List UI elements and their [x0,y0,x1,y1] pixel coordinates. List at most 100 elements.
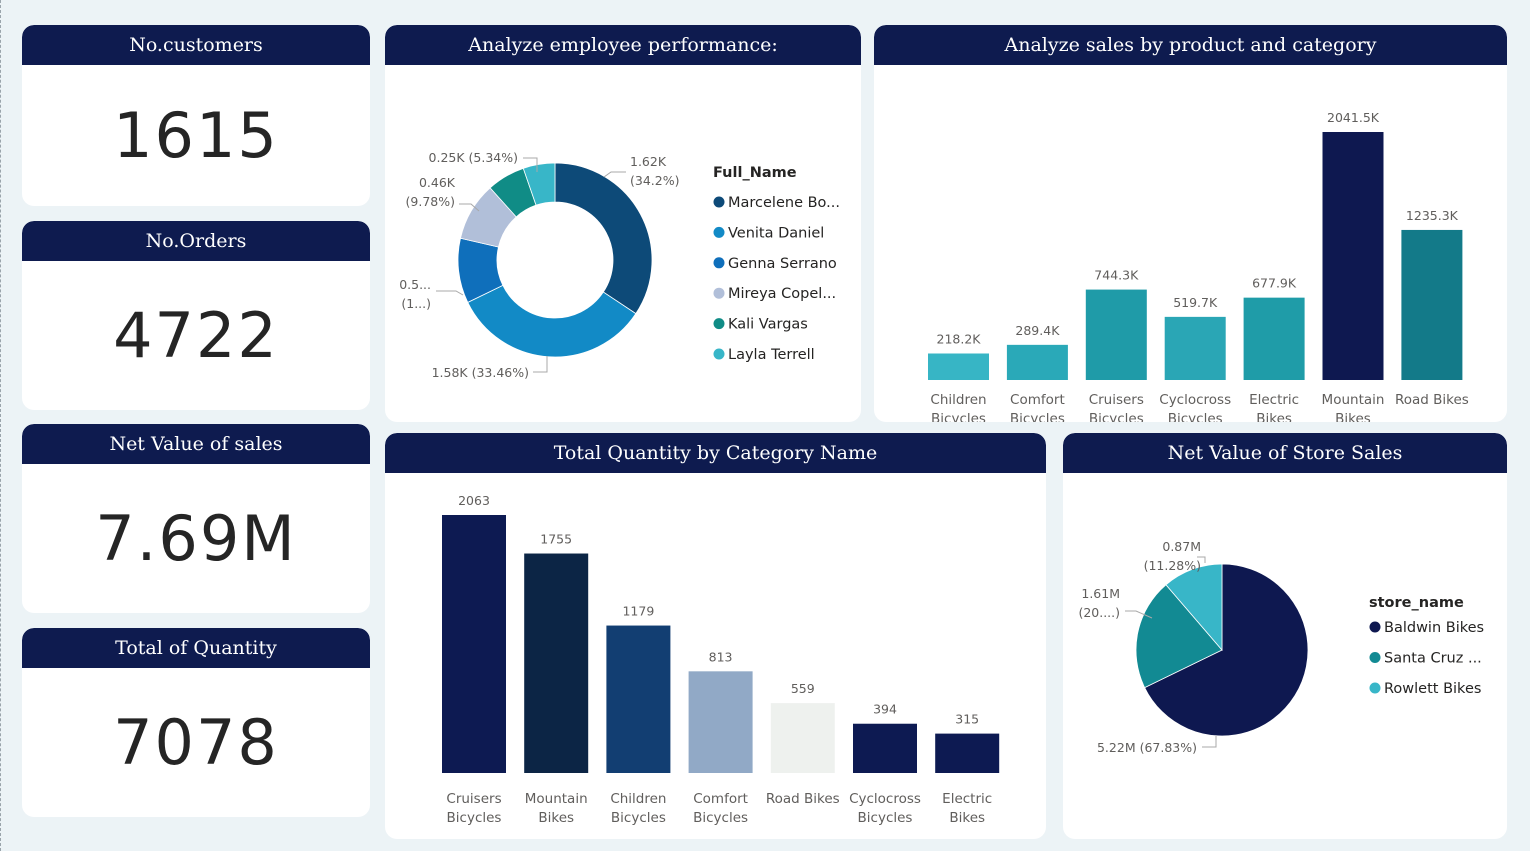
chart-title: Analyze employee performance: [385,25,861,65]
x-tick-label-line: Road Bikes [1395,392,1469,408]
kpi-value: 4722 [113,299,279,372]
data-label-line: (11.28%) [1144,558,1201,573]
legend-item[interactable]: Genna Serrano [728,256,837,272]
x-tick-label-line: Cyclocross [1159,392,1231,408]
data-label: 5.22M (67.83%) [1097,740,1197,755]
kpi-card-quantity[interactable]: Total of Quantity 7078 [22,628,370,817]
data-label: 0.25K (5.34%) [429,150,518,165]
legend-marker [713,287,725,299]
data-label: 1.61M (20....) [1078,586,1120,620]
legend-item[interactable]: Mireya Copel... [728,286,836,302]
legend-item[interactable]: Kali Vargas [728,317,808,333]
x-tick-label-line: Cruisers [1089,392,1144,408]
x-tick-label: Comfort Bicycles [1010,392,1065,422]
quantity-by-category-card[interactable]: Total Quantity by Category Name 2063 Crui… [385,433,1046,839]
product-sales-bar-chart[interactable]: 218.2K Children Bicycles 289.4K Comfort Bicyc… [874,65,1507,422]
data-label-line: 0.25K (5.34%) [429,150,518,165]
kpi-card-net-sales[interactable]: Net Value of sales 7.69M [22,424,370,613]
legend-item[interactable]: Santa Cruz ... [1384,651,1482,667]
kpi-value: 1615 [113,99,279,172]
x-tick-label: Cyclocross Bicycles [1159,392,1231,422]
bar-value-label: 2063 [458,493,490,508]
bar[interactable] [1322,132,1384,380]
x-tick-label-line: Comfort [1010,392,1065,408]
x-tick-label-line: Children [930,392,986,408]
bar[interactable] [524,553,589,773]
chart-title: Analyze sales by product and category [874,25,1507,65]
kpi-title: Total of Quantity [22,628,370,668]
bar-value-label: 1179 [622,604,654,619]
x-tick-label-line: Children [610,791,666,807]
x-tick-label-line: Cyclocross [849,791,921,807]
x-tick-label-line: Mountain [525,791,588,807]
bar[interactable] [442,515,506,773]
x-tick-label-line: Bicycles [611,810,666,826]
page-edge-marker [0,0,3,851]
data-label: 0.46K (9.78%) [406,175,456,209]
x-tick-label-line: Bicycles [693,810,748,826]
data-label-line: (1...) [401,296,431,311]
legend-marker [713,226,725,238]
data-label: 1.58K (33.46%) [432,365,529,380]
x-tick-label-line: Mountain [1322,392,1385,408]
legend-item[interactable]: Venita Daniel [728,225,824,241]
x-tick-label: Mountain Bikes [525,791,588,826]
bar[interactable] [1006,344,1068,380]
legend-marker [1369,652,1381,663]
bar[interactable] [606,625,671,773]
store-sales-card[interactable]: Net Value of Store Sales 5.22M (67.83%) 1… [1063,433,1507,839]
bar[interactable] [1243,297,1305,380]
bar[interactable] [1401,229,1463,380]
bar-value-label: 677.9K [1252,276,1297,291]
x-tick-label: Cruisers Bicycles [1089,392,1144,422]
data-label-line: 0.87M [1162,539,1201,554]
x-tick-label: Comfort Bicycles [693,791,748,826]
bar-value-label: 519.7K [1173,295,1218,310]
bar[interactable] [853,723,917,773]
data-label-line: 0.46K [419,175,456,190]
x-tick-label-line: Electric [942,791,992,807]
legend-item[interactable]: Baldwin Bikes [1384,620,1484,636]
x-tick-label-line: Road Bikes [766,791,840,807]
bar[interactable] [935,733,1000,773]
legend-marker [713,318,725,330]
bar[interactable] [770,703,835,773]
chart-title: Total Quantity by Category Name [385,433,1046,473]
x-tick-label-line: Bikes [949,810,985,826]
label-leader-line [603,171,626,178]
data-label-line: 1.58K (33.46%) [432,365,529,380]
data-label-line: (34.2%) [630,173,679,188]
data-label-line: 0.5... [399,277,431,292]
bar-value-label: 559 [791,681,815,696]
employee-donut-chart[interactable]: 1.62K (34.2%)1.58K (33.46%)0.5... (1...)0.… [385,65,861,422]
product-sales-card[interactable]: Analyze sales by product and category 21… [874,25,1507,422]
x-tick-label-line: Bicycles [1089,411,1144,422]
legend-marker [713,257,725,269]
legend-item[interactable]: Layla Terrell [728,347,815,363]
bar-value-label: 813 [709,649,733,664]
bar[interactable] [928,353,989,380]
x-tick-label: Cruisers Bicycles [446,791,501,826]
legend-marker [713,348,725,360]
kpi-card-customers[interactable]: No.customers 1615 [22,25,370,206]
x-tick-label: Mountain Bikes [1322,392,1385,422]
store-sales-pie-chart[interactable]: 5.22M (67.83%) 1.61M (20....) 0.87M (11.28%)… [1063,473,1507,839]
label-leader-line [436,290,464,296]
kpi-value: 7.69M [95,502,297,575]
legend-marker [1369,682,1381,694]
x-tick-label: Road Bikes [766,791,840,807]
bar[interactable] [1085,289,1147,380]
employee-performance-card[interactable]: Analyze employee performance: 1.62K (34.2… [385,25,861,422]
bar-value-label: 2041.5K [1327,110,1380,125]
kpi-title: No.Orders [22,221,370,261]
quantity-bar-chart[interactable]: 2063 Cruisers Bicycles 1755 Mountain Bikes 117… [385,473,1046,839]
kpi-card-orders[interactable]: No.Orders 4722 [22,221,370,410]
bar-value-label: 744.3K [1094,268,1139,283]
legend-item[interactable]: Marcelene Bo... [728,195,840,211]
x-tick-label-line: Comfort [693,791,748,807]
bar[interactable] [688,671,753,773]
legend-item[interactable]: Rowlett Bikes [1384,681,1481,697]
bar-value-label: 315 [955,712,979,727]
bar[interactable] [1164,316,1226,380]
legend-title: store_name [1369,595,1464,611]
